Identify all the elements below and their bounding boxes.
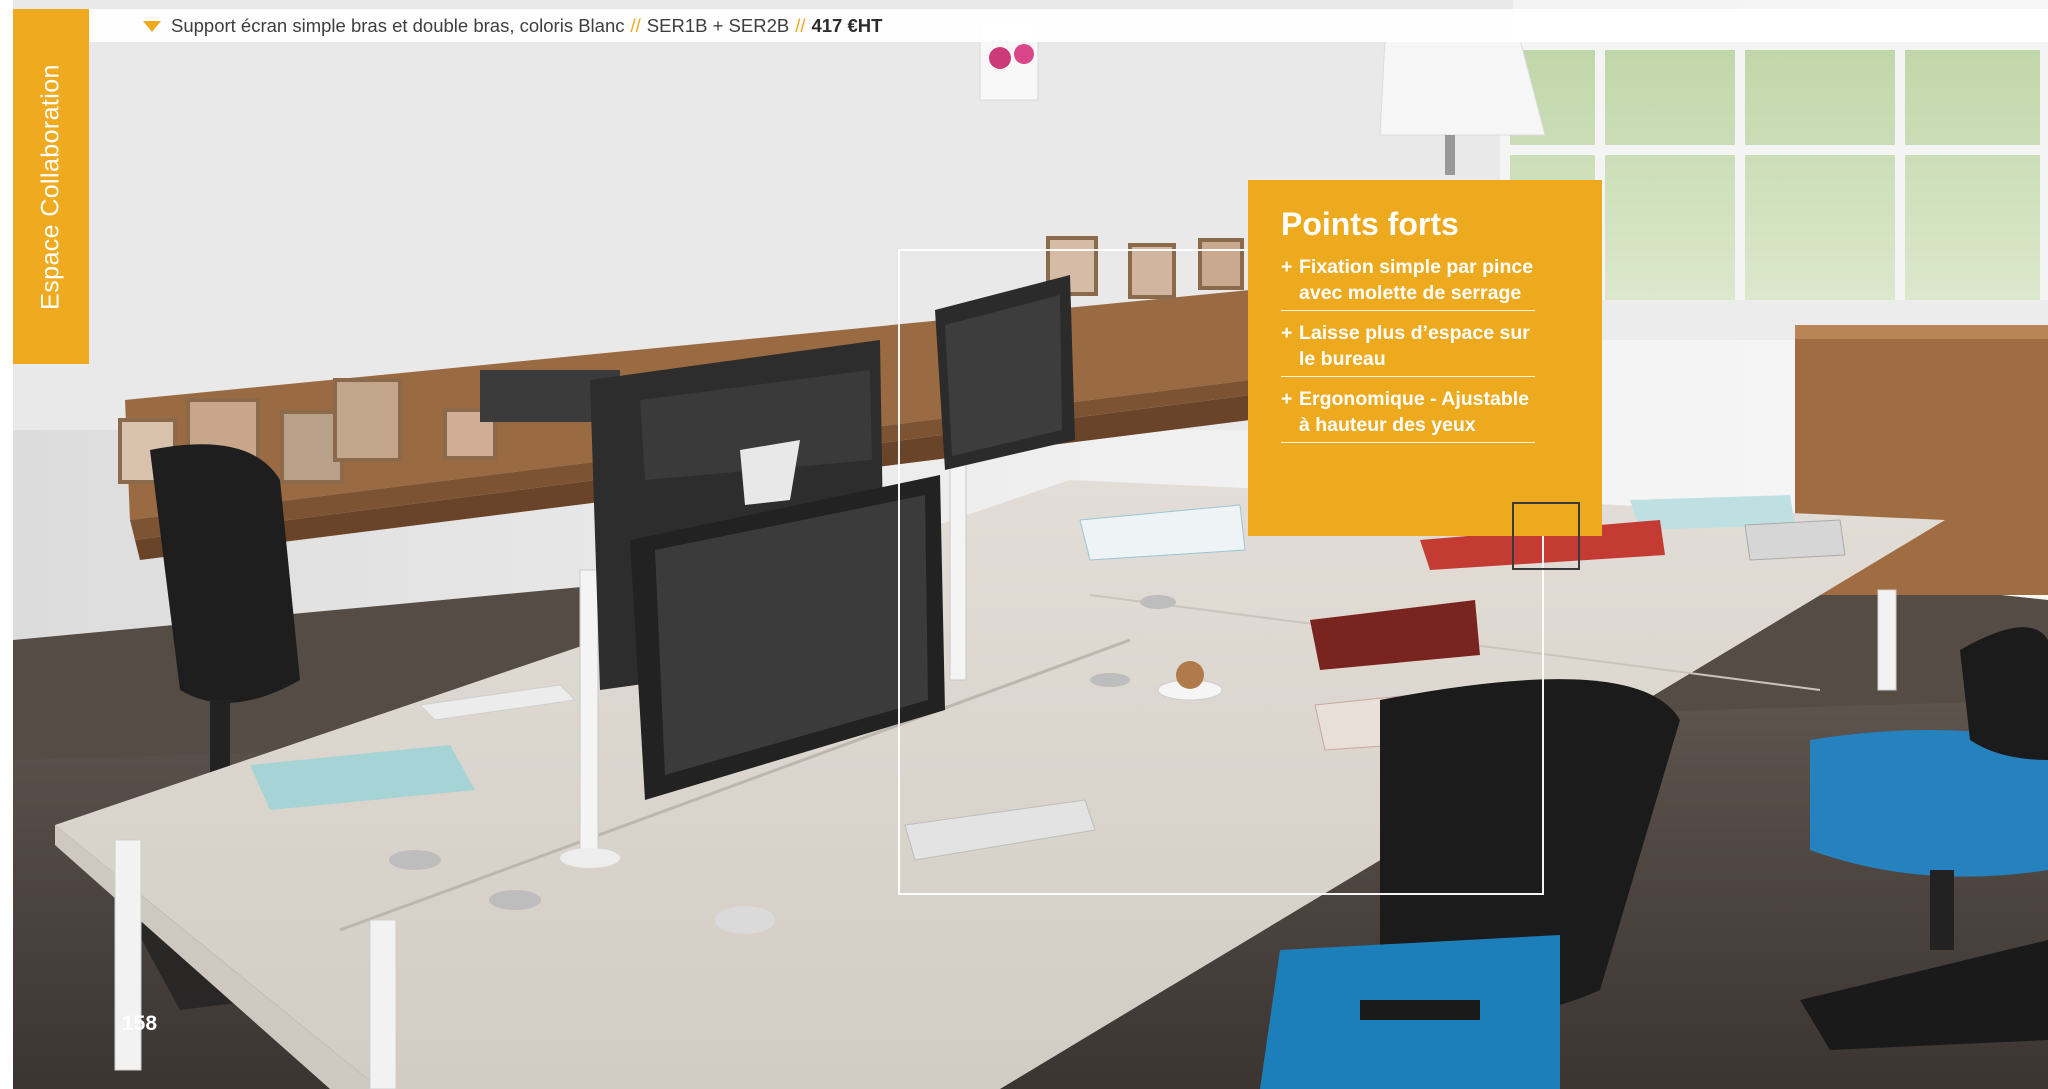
highlight-item-label: Ergonomique - Ajustable à hauteur des ye… [1299, 388, 1530, 436]
highlight-item: + Ergonomique - Ajustable à hauteur des … [1281, 386, 1535, 443]
product-caption: Support écran simple bras et double bras… [143, 14, 882, 38]
plus-icon: + [1281, 256, 1293, 278]
page-number: 158 [122, 1012, 158, 1035]
zoom-marker [1512, 502, 1580, 570]
highlight-item-label: Fixation simple par pince avec molette d… [1299, 256, 1534, 304]
highlight-item: + Laisse plus d’espace sur le bureau [1281, 320, 1535, 377]
section-tab: Espace Collaboration [13, 9, 89, 364]
caption-separator: // [630, 15, 641, 36]
highlights-list: + Fixation simple par pince avec molette… [1281, 254, 1535, 452]
plus-icon: + [1281, 322, 1293, 344]
plus-icon: + [1281, 388, 1293, 410]
caret-down-icon [143, 20, 161, 32]
caption-text: Support écran simple bras et double bras… [171, 15, 625, 36]
section-tab-label: Espace Collaboration [36, 63, 65, 310]
highlight-item-label: Laisse plus d’espace sur le bureau [1299, 322, 1530, 370]
highlights-title: Points forts [1281, 206, 1459, 242]
highlights-panel: Points forts + Fixation simple par pince… [1248, 180, 1602, 536]
caption-references: SER1B + SER2B [646, 15, 790, 36]
highlight-item: + Fixation simple par pince avec molette… [1281, 254, 1535, 311]
caption-price: 417 €HT [811, 15, 883, 36]
caption-separator: // [795, 15, 806, 36]
